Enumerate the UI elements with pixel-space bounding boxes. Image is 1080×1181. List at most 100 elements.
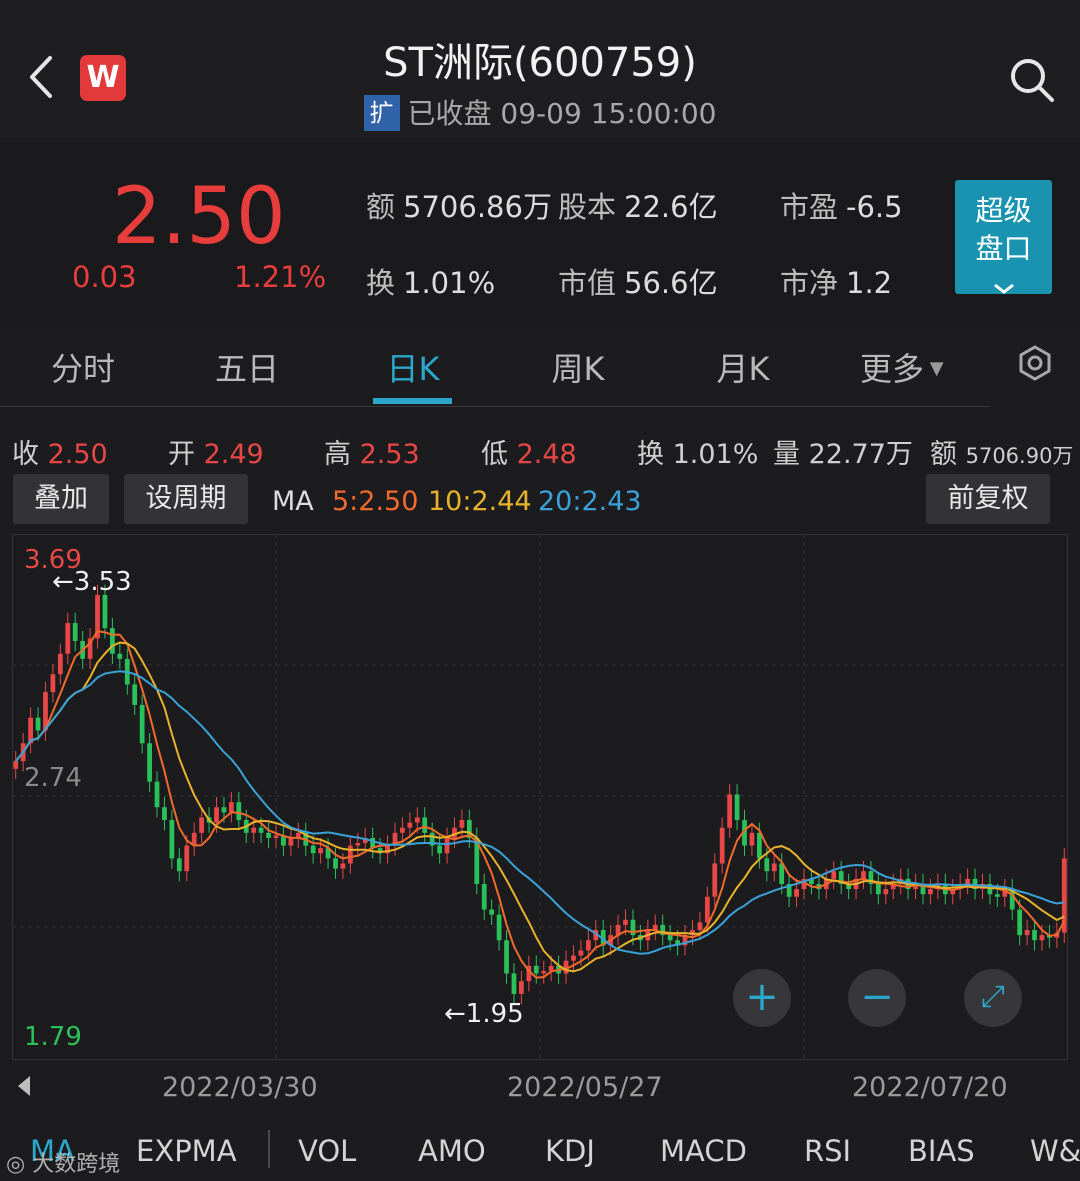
candle [1017, 909, 1023, 936]
tab-weekly-k[interactable]: 周K [508, 344, 648, 390]
current-price: 2.50 [112, 172, 286, 262]
price-adjust-button[interactable]: 前复权 [926, 474, 1050, 524]
candle [162, 807, 167, 821]
ohlc-low: 低 2.48 [481, 439, 577, 470]
tab-five-day[interactable]: 五日 [177, 344, 317, 390]
candle [407, 822, 413, 828]
indicator-bar: MA EXPMA VOL AMO KDJ MACD RSI BIAS W& [0, 1120, 1080, 1181]
tab-intraday[interactable]: 分时 [13, 344, 153, 390]
candle [965, 878, 970, 884]
candle [57, 653, 63, 675]
candle [184, 845, 190, 872]
candle [496, 914, 502, 941]
scroll-left-icon[interactable] [14, 1074, 34, 1102]
candle [571, 955, 576, 961]
candle [35, 717, 41, 731]
price-change: 0.03 [72, 260, 137, 294]
ohlc-volume: 量 22.77万 [773, 439, 913, 470]
candle [13, 761, 19, 769]
candle [734, 794, 740, 821]
candle [176, 858, 182, 872]
indicator-expma[interactable]: EXPMA [136, 1134, 237, 1168]
candle [236, 802, 242, 821]
candle [414, 817, 420, 823]
zoom-in-button[interactable]: + [733, 969, 791, 1027]
candle [504, 940, 509, 974]
ma20-value: 20:2.43 [538, 486, 642, 517]
tab-monthly-k[interactable]: 月K [673, 344, 813, 390]
candle [340, 863, 346, 869]
tab-daily-k[interactable]: 日K [343, 344, 483, 390]
low-marker: ←1.95 [444, 999, 524, 1029]
stock-title: ST洲际(600759) [383, 40, 697, 86]
candle [481, 883, 487, 910]
candle [444, 837, 450, 854]
candle [266, 832, 271, 838]
indicator-rsi[interactable]: RSI [804, 1134, 851, 1168]
ohlc-amount: 额 5706.90万 [930, 439, 1074, 470]
ma5-line [14, 630, 1066, 979]
candle [110, 628, 115, 654]
indicator-kdj[interactable]: KDJ [545, 1134, 595, 1168]
app-header: W ST洲际(600759) 扩已收盘 09-09 15:00:00 [0, 0, 1080, 142]
candle [154, 781, 160, 808]
ma-lines-layer [14, 630, 1066, 979]
indicator-bias[interactable]: BIAS [908, 1134, 975, 1168]
candle [585, 940, 591, 951]
candle [541, 970, 547, 974]
super-order-book-button[interactable]: 超级 盘口 [955, 180, 1052, 294]
overlay-button[interactable]: 叠加 [13, 474, 109, 524]
candle [459, 820, 465, 828]
set-period-button[interactable]: 设周期 [124, 474, 248, 524]
candle [199, 817, 205, 833]
indicator-vol[interactable]: VOL [298, 1134, 356, 1168]
candle [719, 827, 725, 864]
extend-badge[interactable]: 扩 [363, 95, 400, 131]
candle [861, 871, 866, 879]
settings-gear-icon[interactable] [1016, 344, 1054, 386]
dropdown-triangle-icon: ▼ [924, 358, 944, 379]
candle [117, 653, 123, 659]
candle [72, 623, 78, 641]
candle [147, 743, 152, 782]
y-mid-label: 2.74 [24, 763, 82, 793]
candle [771, 863, 777, 872]
indicator-amo[interactable]: AMO [418, 1134, 486, 1168]
market-status: 扩已收盘 09-09 15:00:00 [0, 92, 1080, 132]
candle [697, 922, 703, 931]
candle [50, 674, 56, 693]
date-label: 2022/03/30 [162, 1072, 318, 1103]
candle [489, 909, 495, 915]
indicator-macd[interactable]: MACD [660, 1134, 747, 1168]
tab-more[interactable]: 更多 ▼ [860, 344, 960, 390]
indicator-wr[interactable]: W& [1030, 1134, 1080, 1168]
search-icon[interactable] [1008, 56, 1056, 104]
super-button-line2: 盘口 [975, 232, 1032, 265]
high-marker: ←3.53 [52, 567, 132, 597]
tabs-divider [0, 406, 990, 407]
market-status-text: 已收盘 09-09 15:00:00 [407, 97, 717, 130]
ohlc-open: 开 2.49 [168, 439, 264, 470]
candle [994, 894, 1000, 897]
candle [169, 820, 175, 859]
candle [288, 837, 294, 846]
stat-pe: 市盈 -6.5 [780, 190, 903, 224]
candle [1024, 930, 1030, 936]
candle [318, 848, 323, 854]
candle [1032, 930, 1037, 941]
candle [251, 827, 257, 833]
ma5-value: 5:2.50 [332, 486, 419, 517]
fullscreen-expand-icon[interactable]: ⤢ [964, 969, 1022, 1027]
candle [1039, 935, 1045, 941]
kline-chart[interactable]: 3.69 2.74 1.79 ←3.53 ←1.95 + − ⤢ [12, 534, 1068, 1060]
stat-amount: 额 5706.86万 [366, 190, 552, 224]
candle [511, 973, 517, 994]
candle [928, 889, 933, 895]
candle [310, 845, 316, 854]
zoom-out-button[interactable]: − [848, 969, 906, 1027]
date-label: 2022/07/20 [852, 1072, 1008, 1103]
watermark-logo-icon: ◎ [6, 1152, 33, 1177]
candle [333, 858, 338, 869]
candle [347, 845, 353, 864]
candle [132, 684, 138, 705]
